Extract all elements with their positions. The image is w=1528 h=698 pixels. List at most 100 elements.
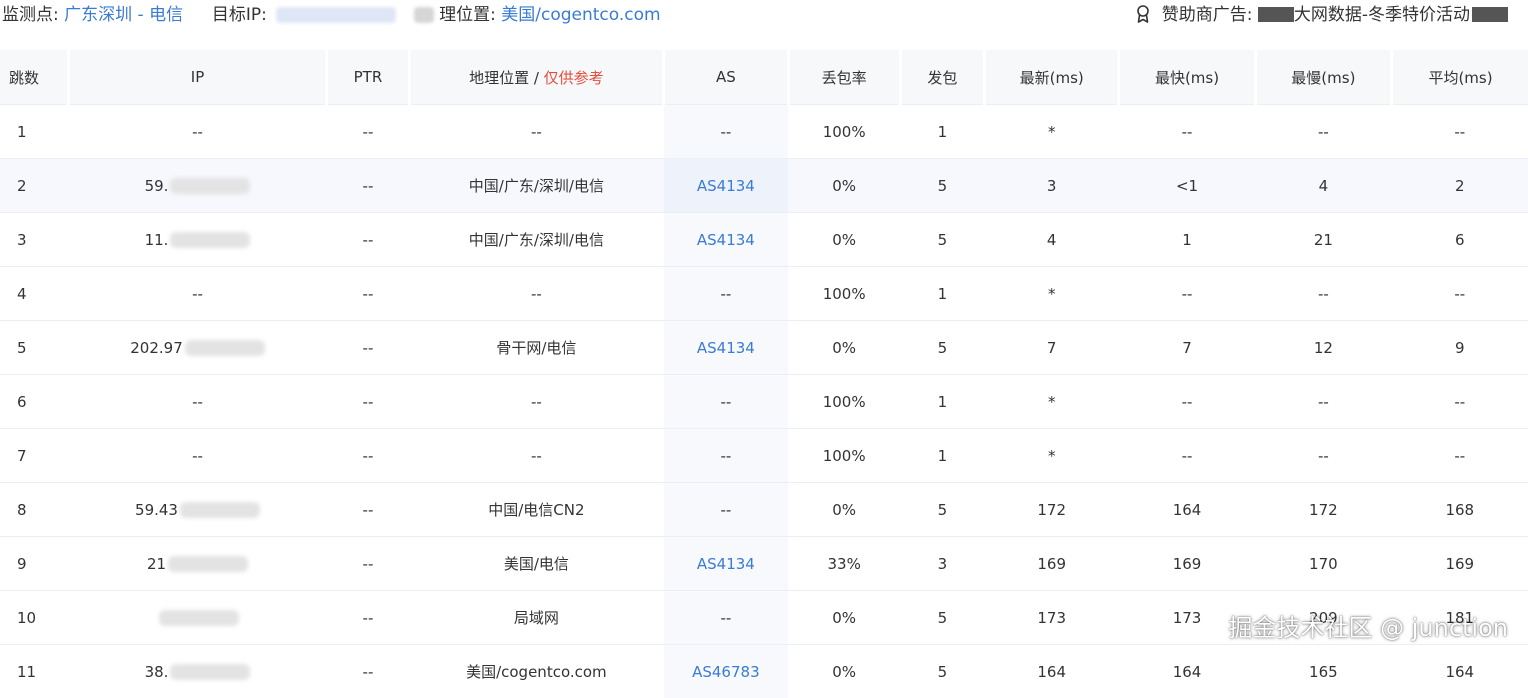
- as-link[interactable]: AS4134: [697, 177, 755, 195]
- cell-geo: --: [409, 375, 664, 429]
- as-text: --: [720, 285, 731, 303]
- table-row: 859.43--中国/电信CN2--0%5172164172168: [0, 483, 1528, 537]
- cell-as: --: [664, 267, 788, 321]
- cell-loss: 0%: [788, 159, 900, 213]
- cell-as: AS4134: [664, 159, 788, 213]
- cell-best: --: [1119, 375, 1255, 429]
- cell-hop: 2: [0, 159, 68, 213]
- cell-loss: 0%: [788, 321, 900, 375]
- cell-as: --: [664, 375, 788, 429]
- hop-number: 3: [1, 231, 67, 249]
- cell-ip: 21: [68, 537, 327, 591]
- col-header-geo: 地理位置 / 仅供参考: [409, 50, 664, 105]
- cell-geo: 骨干网/电信: [409, 321, 664, 375]
- cell-best: --: [1119, 429, 1255, 483]
- table-row: 311.--中国/广东/深圳/电信AS41340%541216: [0, 213, 1528, 267]
- hop-number: 10: [1, 609, 67, 627]
- sponsor-text[interactable]: 大网数据-冬季特价活动: [1294, 5, 1470, 25]
- as-text: --: [720, 501, 731, 519]
- cell-hop: 8: [0, 483, 68, 537]
- cell-loss: 100%: [788, 105, 900, 159]
- col-header-avg: 平均(ms): [1392, 50, 1528, 105]
- cell-loss: 100%: [788, 375, 900, 429]
- ip-redacted: [168, 556, 248, 572]
- cell-ptr: --: [327, 645, 409, 698]
- cell-geo: --: [409, 429, 664, 483]
- geo-value[interactable]: 美国/cogentco.com: [501, 5, 660, 25]
- col-header-worst: 最慢(ms): [1255, 50, 1391, 105]
- cell-avg: --: [1392, 429, 1528, 483]
- cell-hop: 6: [0, 375, 68, 429]
- cell-hop: 7: [0, 429, 68, 483]
- cell-loss: 100%: [788, 267, 900, 321]
- cell-avg: --: [1392, 375, 1528, 429]
- ip-text: 11.: [145, 231, 169, 249]
- cell-last: 3: [985, 159, 1119, 213]
- col-header-hop: 跳数: [0, 50, 68, 105]
- hop-number: 2: [1, 177, 67, 195]
- col-header-as: AS: [664, 50, 788, 105]
- cell-last: *: [985, 375, 1119, 429]
- traceroute-table: 跳数 IP PTR 地理位置 / 仅供参考 AS 丢包率 发包 最新(ms) 最…: [0, 50, 1528, 698]
- sponsor-ad[interactable]: 赞助商广告: 大网数据-冬季特价活动: [1136, 0, 1508, 33]
- cell-ip: 11.: [68, 213, 327, 267]
- cell-sent: 5: [900, 213, 984, 267]
- ip-redacted: [170, 664, 250, 680]
- col-header-last: 最新(ms): [985, 50, 1119, 105]
- cell-avg: 9: [1392, 321, 1528, 375]
- cell-hop: 11: [0, 645, 68, 698]
- col-header-ip: IP: [68, 50, 327, 105]
- sponsor-label: 赞助商广告:: [1162, 5, 1253, 25]
- cell-sent: 5: [900, 159, 984, 213]
- cell-ptr: --: [327, 213, 409, 267]
- as-text: --: [720, 609, 731, 627]
- cell-sent: 3: [900, 537, 984, 591]
- as-link[interactable]: AS4134: [697, 231, 755, 249]
- ip-text: --: [192, 123, 203, 141]
- geo-label: 理位置:: [439, 5, 496, 25]
- cell-best: 164: [1119, 645, 1255, 698]
- ip-redacted: [185, 340, 265, 356]
- cell-as: --: [664, 105, 788, 159]
- cell-sent: 5: [900, 321, 984, 375]
- cell-avg: --: [1392, 267, 1528, 321]
- as-link[interactable]: AS4134: [697, 555, 755, 573]
- hop-number: 11: [1, 663, 67, 681]
- cell-worst: 21: [1255, 213, 1391, 267]
- ip-text: 21: [147, 555, 166, 573]
- cell-sent: 5: [900, 645, 984, 698]
- cell-as: AS4134: [664, 321, 788, 375]
- cell-ip: --: [68, 267, 327, 321]
- ip-redacted: [170, 178, 250, 194]
- cell-ptr: --: [327, 429, 409, 483]
- cell-best: 169: [1119, 537, 1255, 591]
- cell-best: <1: [1119, 159, 1255, 213]
- cell-avg: 2: [1392, 159, 1528, 213]
- cell-hop: 4: [0, 267, 68, 321]
- col-header-loss: 丢包率: [788, 50, 900, 105]
- hop-number: 4: [1, 285, 67, 303]
- as-link[interactable]: AS4134: [697, 339, 755, 357]
- cell-sent: 5: [900, 483, 984, 537]
- cell-worst: --: [1255, 267, 1391, 321]
- cell-sent: 1: [900, 267, 984, 321]
- cell-as: --: [664, 483, 788, 537]
- ip-text: 59.43: [135, 501, 178, 519]
- monitor-info: 监测点: 广东深圳 - 电信 目标IP: 理位置: 美国/cogentco.co…: [2, 0, 661, 30]
- hop-number: 6: [1, 393, 67, 411]
- cell-sent: 5: [900, 591, 984, 645]
- ip-text: --: [192, 447, 203, 465]
- cell-geo: 中国/广东/深圳/电信: [409, 213, 664, 267]
- cell-best: 164: [1119, 483, 1255, 537]
- monitor-value[interactable]: 广东深圳 - 电信: [64, 5, 183, 25]
- as-link[interactable]: AS46783: [692, 663, 760, 681]
- ip-redacted: [170, 232, 250, 248]
- col-header-ptr: PTR: [327, 50, 409, 105]
- ip-text: 38.: [145, 663, 169, 681]
- hop-number: 1: [1, 123, 67, 141]
- award-ribbon-icon: [1136, 3, 1150, 33]
- cell-worst: 12: [1255, 321, 1391, 375]
- cell-worst: 4: [1255, 159, 1391, 213]
- cell-best: --: [1119, 267, 1255, 321]
- cell-worst: --: [1255, 429, 1391, 483]
